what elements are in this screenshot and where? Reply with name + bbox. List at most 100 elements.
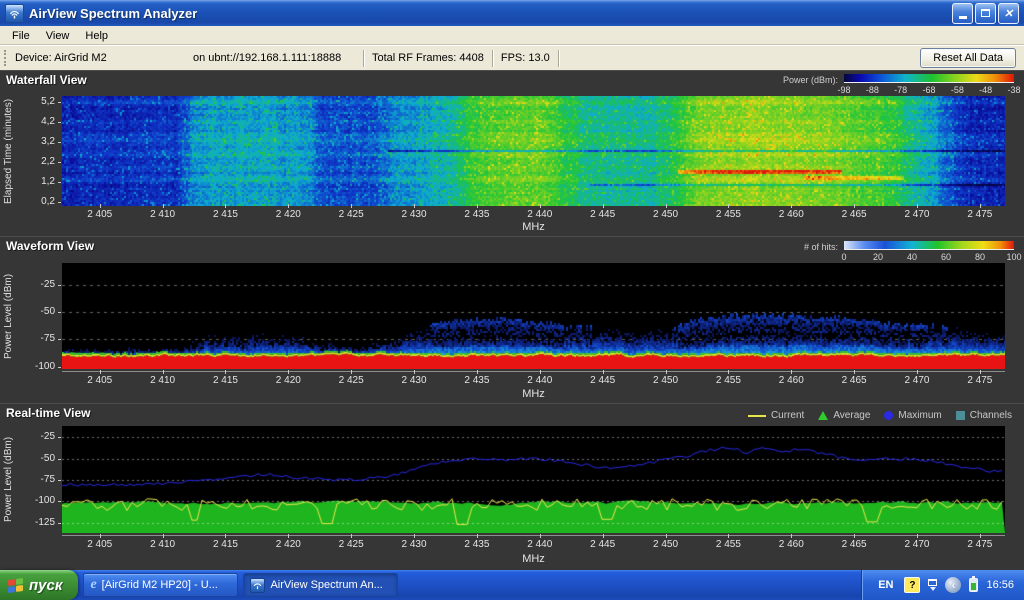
- x-tick-label: 2 475: [967, 539, 992, 550]
- x-tick-label: 2 410: [150, 209, 175, 220]
- x-tick-label: 2 435: [464, 209, 489, 220]
- x-tick-mark: [100, 534, 101, 538]
- language-indicator[interactable]: EN: [875, 578, 896, 592]
- y-tick-mark: [58, 437, 61, 438]
- x-tick-mark: [854, 534, 855, 538]
- colorbar-tick-label: -58: [951, 85, 964, 95]
- colorbar-tick-label: -38: [1007, 85, 1020, 95]
- start-label: пуск: [29, 577, 62, 594]
- toolbar-separator: [363, 50, 364, 67]
- x-tick-label: 2 410: [150, 539, 175, 550]
- x-tick-label: 2 470: [904, 375, 929, 386]
- y-tick-mark: [58, 285, 61, 286]
- toolbar-grip[interactable]: [4, 50, 9, 66]
- x-tick-label: 2 455: [716, 539, 741, 550]
- device-label: Device: AirGrid M2: [15, 52, 193, 64]
- x-tick-label: 2 470: [904, 539, 929, 550]
- y-tick-mark: [58, 480, 61, 481]
- y-tick-label: -50: [0, 453, 55, 464]
- x-tick-label: 2 430: [402, 539, 427, 550]
- windows-flag-icon: [8, 577, 23, 592]
- reset-all-data-button[interactable]: Reset All Data: [920, 48, 1016, 68]
- help-tray-icon[interactable]: ?: [904, 577, 920, 593]
- x-tick-label: 2 470: [904, 209, 929, 220]
- taskbar-item-airgrid[interactable]: e [AirGrid M2 HP20] - U...: [83, 573, 238, 597]
- x-tick-mark: [163, 370, 164, 374]
- menu-item-view[interactable]: View: [38, 28, 78, 44]
- x-tick-mark: [414, 534, 415, 538]
- x-tick-mark: [351, 370, 352, 374]
- x-tick-label: 2 460: [779, 539, 804, 550]
- airview-icon: [250, 578, 265, 593]
- x-tick-mark: [540, 204, 541, 208]
- window-titlebar: AirView Spectrum Analyzer: [0, 0, 1024, 26]
- power-legend: Power (dBm): -98-88-78-68-58-48-38: [783, 74, 1014, 96]
- power-colorbar: [844, 74, 1014, 83]
- y-tick-label: 2,2: [0, 156, 55, 167]
- x-axis-line: [62, 371, 1005, 372]
- y-tick-label: -75: [0, 333, 55, 344]
- x-tick-mark: [100, 204, 101, 208]
- current-legend-icon: [748, 415, 766, 417]
- taskbar-item-airview[interactable]: AirView Spectrum An...: [243, 573, 398, 597]
- x-tick-label: 2 445: [590, 209, 615, 220]
- y-tick-label: 1,2: [0, 176, 55, 187]
- fps-label: FPS: 13.0: [501, 52, 550, 64]
- window-title: AirView Spectrum Analyzer: [29, 6, 947, 21]
- y-tick-mark: [58, 312, 61, 313]
- y-tick-mark: [58, 142, 61, 143]
- rf-frames-label: Total RF Frames: 4408: [372, 52, 484, 64]
- x-tick-mark: [163, 204, 164, 208]
- window-tray-icon[interactable]: [928, 579, 937, 591]
- airview-window: AirView Spectrum Analyzer File View Help…: [0, 0, 1024, 600]
- hits-colorbar: [844, 241, 1014, 250]
- restore-button[interactable]: [975, 3, 996, 24]
- minimize-button[interactable]: [952, 3, 973, 24]
- x-tick-label: 2 465: [842, 539, 867, 550]
- colorbar-tick-label: 60: [941, 252, 951, 262]
- restore-icon: [981, 9, 990, 17]
- x-tick-label: 2 450: [653, 539, 678, 550]
- x-tick-mark: [477, 370, 478, 374]
- y-tick-mark: [58, 202, 61, 203]
- x-tick-mark: [603, 370, 604, 374]
- waterfall-heatmap-canvas: [62, 96, 1005, 206]
- menu-item-file[interactable]: File: [4, 28, 38, 44]
- y-tick-label: -25: [0, 279, 55, 290]
- x-tick-label: 2 405: [87, 209, 112, 220]
- battery-icon[interactable]: [969, 578, 978, 592]
- x-tick-label: 2 425: [339, 375, 364, 386]
- x-tick-mark: [980, 370, 981, 374]
- maximum-legend-icon: [884, 411, 893, 420]
- y-tick-mark: [58, 367, 61, 368]
- y-tick-label: 0,2: [0, 196, 55, 207]
- x-tick-label: 2 445: [590, 375, 615, 386]
- toolbar-separator: [492, 50, 493, 67]
- y-tick-mark: [58, 523, 61, 524]
- x-tick-mark: [854, 370, 855, 374]
- x-tick-mark: [854, 204, 855, 208]
- menu-item-help[interactable]: Help: [77, 28, 116, 44]
- x-tick-mark: [980, 204, 981, 208]
- start-button[interactable]: пуск: [0, 570, 78, 600]
- x-tick-label: 2 475: [967, 209, 992, 220]
- clock[interactable]: 16:56: [986, 579, 1014, 591]
- realtime-legend: CurrentAverageMaximumChannels: [748, 410, 1012, 421]
- x-tick-mark: [351, 204, 352, 208]
- close-button[interactable]: [998, 3, 1019, 24]
- colorbar-tick-label: -68: [922, 85, 935, 95]
- colorbar-tick-label: -88: [866, 85, 879, 95]
- x-axis-label: MHz: [62, 388, 1005, 400]
- hide-icons-button[interactable]: ‹: [945, 577, 961, 593]
- x-tick-mark: [477, 204, 478, 208]
- colorbar-tick-label: -48: [979, 85, 992, 95]
- toolbar-separator: [558, 50, 559, 67]
- x-tick-mark: [540, 370, 541, 374]
- x-tick-mark: [603, 204, 604, 208]
- y-tick-label: 4,2: [0, 116, 55, 127]
- x-tick-mark: [100, 370, 101, 374]
- y-tick-mark: [58, 102, 61, 103]
- app-icon: [5, 4, 24, 23]
- y-tick-mark: [58, 501, 61, 502]
- x-tick-mark: [917, 534, 918, 538]
